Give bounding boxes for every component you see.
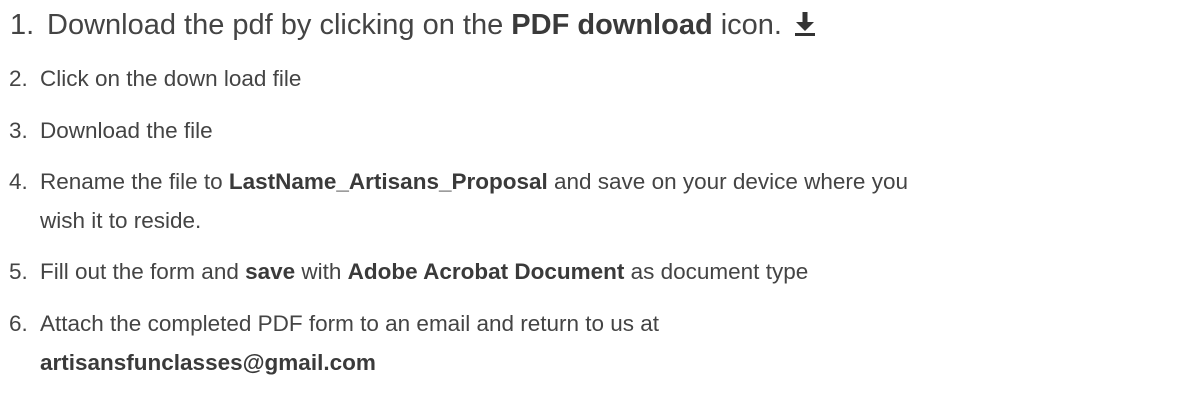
- emphasis-pdf-download: PDF download: [511, 9, 713, 41]
- step-number: 1.: [10, 9, 35, 41]
- step-4-continuation: wish it to reside.: [40, 208, 202, 233]
- step-number: 2.: [9, 66, 28, 91]
- email-address[interactable]: artisansfunclasses@gmail.com: [40, 351, 376, 375]
- step-text: Rename the file to LastName_Artisans_Pro…: [40, 169, 908, 194]
- step-text: Download the pdf by clicking on the PDF …: [47, 11, 816, 43]
- download-icon[interactable]: [794, 11, 816, 43]
- step-text: Attach the completed PDF form to an emai…: [40, 311, 660, 336]
- step-number: 5.: [9, 259, 28, 284]
- step-text: Click on the down load file: [40, 66, 302, 91]
- instruction-list: 1. Download the pdf by clicking on the P…: [0, 0, 1199, 404]
- step-text: Fill out the form and save with Adobe Ac…: [40, 259, 809, 284]
- emphasis-save: save: [245, 259, 296, 284]
- emphasis-document-type: Adobe Acrobat Document: [347, 259, 625, 284]
- step-text: Download the file: [40, 118, 213, 143]
- step-number: 4.: [9, 169, 28, 194]
- emphasis-filename: LastName_Artisans_Proposal: [228, 169, 548, 194]
- step-number: 3.: [9, 118, 28, 143]
- step-number: 6.: [9, 311, 28, 336]
